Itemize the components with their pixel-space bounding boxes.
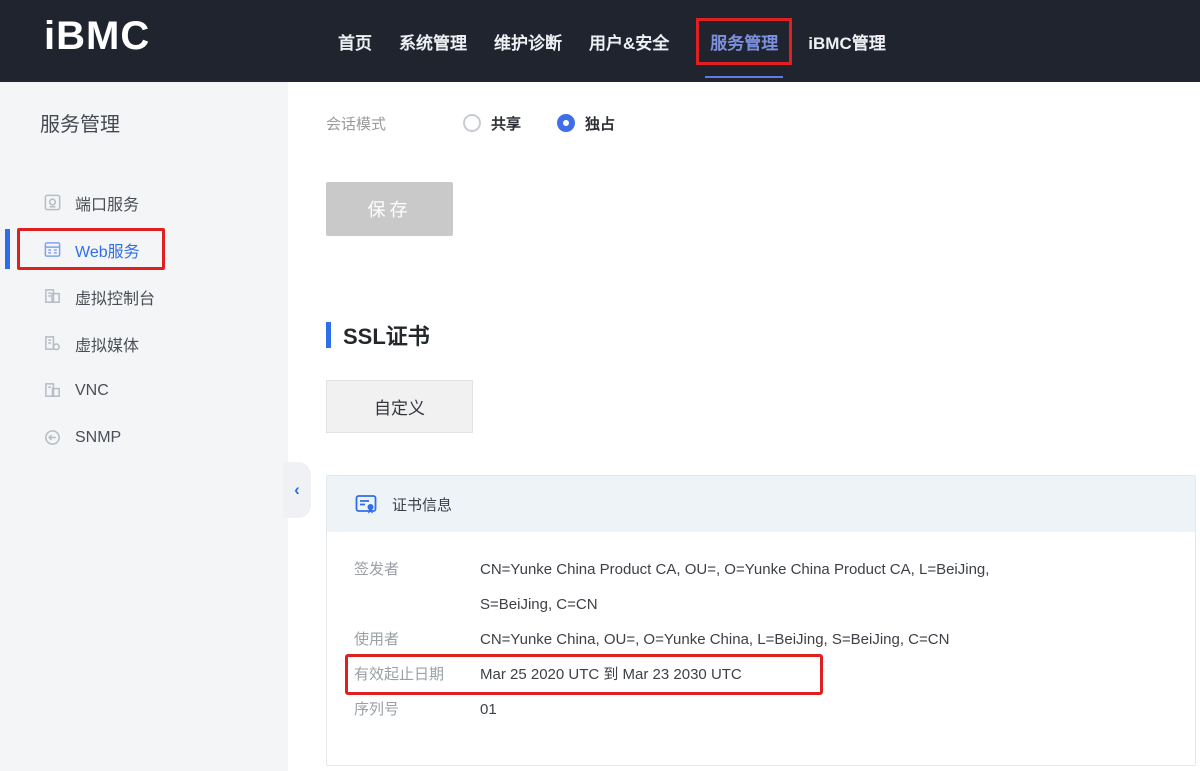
web-services-icon (42, 240, 62, 260)
nav-tab-home[interactable]: 首页 (338, 29, 372, 54)
port-services-icon (42, 193, 62, 213)
session-mode-row: 会话模式 共享 独占 (326, 109, 1200, 137)
cert-validity-label: 有效起止日期 (354, 657, 480, 692)
sidebar-item-label: Web服务 (75, 238, 140, 262)
top-bar: iBMC 首页 系统管理 维护诊断 用户&安全 服务管理 iBMC管理 (0, 0, 1200, 82)
sidebar-item-label: SNMP (75, 429, 121, 447)
snmp-icon (42, 428, 62, 448)
custom-certificate-button[interactable]: 自定义 (326, 380, 473, 433)
radio-shared[interactable]: 共享 (463, 113, 521, 134)
virtual-console-icon (42, 287, 62, 307)
sidebar-item-port-services[interactable]: 端口服务 (0, 179, 288, 226)
certificate-panel-body: 签发者 CN=Yunke China Product CA, OU=, O=Yu… (327, 532, 1195, 727)
sidebar-item-vnc[interactable]: VNC (0, 367, 288, 414)
ibmc-logo: iBMC (44, 14, 150, 59)
certificate-icon (354, 492, 378, 516)
active-tab-underline (705, 76, 783, 78)
chevron-left-icon: ‹ (294, 480, 300, 500)
nav-tab-service-management[interactable]: 服务管理 (696, 18, 792, 65)
cert-serial-value: 01 (480, 692, 497, 727)
vnc-icon (42, 381, 62, 401)
certificate-info-panel: 证书信息 签发者 CN=Yunke China Product CA, OU=,… (326, 475, 1196, 766)
radio-exclusive-dot (557, 114, 575, 132)
sidebar-item-virtual-media[interactable]: 虚拟媒体 (0, 320, 288, 367)
cert-validity-value: Mar 25 2020 UTC 到 Mar 23 2030 UTC (480, 657, 742, 692)
radio-exclusive-label: 独占 (585, 113, 615, 134)
sidebar-item-label: 端口服务 (75, 191, 139, 215)
nav-tab-user-security[interactable]: 用户&安全 (589, 29, 669, 54)
ssl-section-heading: SSL证书 (326, 319, 1200, 351)
nav-tab-ibmc-management[interactable]: iBMC管理 (808, 29, 885, 54)
cert-issuer-label: 签发者 (354, 552, 480, 622)
radio-shared-dot (463, 114, 481, 132)
radio-shared-label: 共享 (491, 113, 521, 134)
cert-subject-label: 使用者 (354, 622, 480, 657)
active-item-indicator (5, 229, 10, 269)
sidebar-item-label: 虚拟控制台 (75, 285, 155, 309)
radio-exclusive[interactable]: 独占 (557, 113, 615, 134)
main-nav: 首页 系统管理 维护诊断 用户&安全 服务管理 iBMC管理 (338, 0, 913, 82)
save-button[interactable]: 保存 (326, 182, 453, 236)
sidebar-item-snmp[interactable]: SNMP (0, 414, 288, 461)
virtual-media-icon (42, 334, 62, 354)
cert-subject-value: CN=Yunke China, OU=, O=Yunke China, L=Be… (480, 622, 949, 657)
cert-row-subject: 使用者 CN=Yunke China, OU=, O=Yunke China, … (354, 622, 1165, 657)
sidebar-menu: 端口服务 Web服务 虚拟控制台 (0, 179, 288, 461)
certificate-panel-title: 证书信息 (392, 494, 452, 515)
cert-row-issuer: 签发者 CN=Yunke China Product CA, OU=, O=Yu… (354, 552, 1165, 622)
session-mode-label: 会话模式 (326, 113, 463, 134)
certificate-panel-header: 证书信息 (327, 476, 1195, 532)
sidebar-item-web-services[interactable]: Web服务 (0, 226, 288, 273)
cert-issuer-value: CN=Yunke China Product CA, OU=, O=Yunke … (480, 552, 1065, 622)
ssl-section-title: SSL证书 (343, 319, 430, 351)
main-content: 会话模式 共享 独占 保存 SSL证书 自定义 证书信息 (288, 82, 1200, 771)
nav-tab-service-management-label: 服务管理 (710, 34, 778, 53)
sidebar-item-label: VNC (75, 382, 109, 400)
sidebar-collapse-handle[interactable]: ‹ (283, 462, 311, 518)
cert-row-validity: 有效起止日期 Mar 25 2020 UTC 到 Mar 23 2030 UTC (354, 657, 1165, 692)
sidebar: 服务管理 端口服务 Web服务 (0, 82, 288, 771)
nav-tab-system-management[interactable]: 系统管理 (399, 29, 467, 54)
sidebar-title: 服务管理 (0, 82, 288, 137)
cert-serial-label: 序列号 (354, 692, 480, 727)
section-accent-bar (326, 322, 331, 348)
sidebar-item-virtual-console[interactable]: 虚拟控制台 (0, 273, 288, 320)
cert-row-serial: 序列号 01 (354, 692, 1165, 727)
sidebar-item-label: 虚拟媒体 (75, 332, 139, 356)
nav-tab-maintenance-diagnosis[interactable]: 维护诊断 (494, 29, 562, 54)
